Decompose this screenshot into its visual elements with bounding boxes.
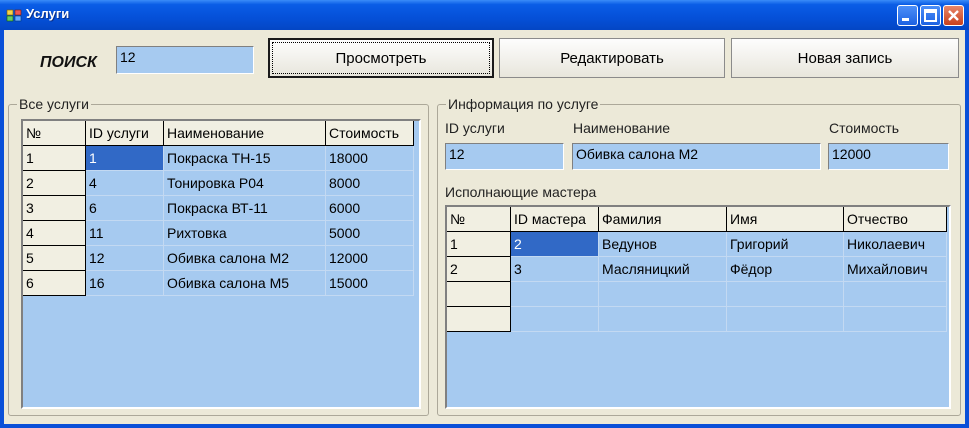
maximize-button[interactable] bbox=[920, 5, 941, 26]
title-bar[interactable]: Услуги bbox=[0, 0, 969, 30]
service-name-label: Наименование bbox=[573, 120, 671, 136]
table-cell[interactable] bbox=[727, 282, 844, 307]
services-group: Все услуги № ID услуги Наименование Стои… bbox=[8, 96, 429, 416]
col-header-master-id[interactable]: ID мастера bbox=[511, 207, 599, 232]
row-header[interactable]: 2 bbox=[23, 171, 86, 196]
table-row[interactable]: 1 2 Ведунов Григорий Николаевич bbox=[447, 232, 947, 257]
service-id-field[interactable]: 12 bbox=[445, 143, 564, 170]
masters-header-row: № ID мастера Фамилия Имя Отчество bbox=[447, 207, 947, 232]
table-cell[interactable]: 5000 bbox=[326, 221, 414, 246]
row-header[interactable]: 2 bbox=[447, 257, 511, 282]
table-row[interactable]: 5 12 Обивка салона М2 12000 bbox=[23, 246, 414, 271]
masters-label: Исполнающие мастера bbox=[445, 184, 597, 200]
table-cell[interactable]: 15000 bbox=[326, 271, 414, 296]
table-cell[interactable] bbox=[511, 282, 599, 307]
table-row[interactable]: 3 6 Покраска ВТ-11 6000 bbox=[23, 196, 414, 221]
row-header[interactable]: 5 bbox=[23, 246, 86, 271]
table-row[interactable] bbox=[447, 282, 947, 307]
table-cell[interactable] bbox=[844, 307, 947, 332]
table-cell[interactable]: 1 bbox=[86, 146, 164, 171]
row-header[interactable]: 3 bbox=[23, 196, 86, 221]
table-cell[interactable]: 11 bbox=[86, 221, 164, 246]
service-info-group-title: Информация по услуге bbox=[446, 96, 601, 112]
service-info-group: Информация по услуге ID услуги 12 Наимен… bbox=[437, 96, 961, 416]
row-header[interactable]: 1 bbox=[447, 232, 511, 257]
table-cell[interactable] bbox=[844, 282, 947, 307]
table-row[interactable]: 1 1 Покраска ТН-15 18000 bbox=[23, 146, 414, 171]
table-cell[interactable] bbox=[511, 307, 599, 332]
service-cost-label: Стоимость bbox=[829, 120, 900, 136]
table-cell[interactable]: Обивка салона М2 bbox=[164, 246, 326, 271]
services-group-title: Все услуги bbox=[17, 96, 91, 112]
search-label: ПОИСК bbox=[40, 54, 97, 71]
col-header-number[interactable]: № bbox=[447, 207, 511, 232]
col-header-service-id[interactable]: ID услуги bbox=[86, 121, 164, 146]
services-table[interactable]: № ID услуги Наименование Стоимость 1 1 П… bbox=[21, 119, 421, 409]
col-header-first-name[interactable]: Имя bbox=[727, 207, 844, 232]
services-header-row: № ID услуги Наименование Стоимость bbox=[23, 121, 414, 146]
table-cell[interactable]: Николаевич bbox=[844, 232, 947, 257]
table-cell[interactable]: 12 bbox=[86, 246, 164, 271]
view-button[interactable]: Просмотреть bbox=[268, 38, 494, 78]
col-header-patronymic[interactable]: Отчество bbox=[844, 207, 947, 232]
close-button[interactable] bbox=[943, 5, 964, 26]
table-cell[interactable]: Покраска ТН-15 bbox=[164, 146, 326, 171]
table-cell[interactable] bbox=[599, 307, 727, 332]
table-cell[interactable]: 2 bbox=[511, 232, 599, 257]
table-row[interactable]: 2 4 Тонировка Р04 8000 bbox=[23, 171, 414, 196]
minimize-button[interactable] bbox=[897, 5, 918, 26]
table-row[interactable] bbox=[447, 307, 947, 332]
edit-button[interactable]: Редактировать bbox=[499, 38, 725, 78]
minimize-icon bbox=[902, 18, 909, 21]
col-header-cost[interactable]: Стоимость bbox=[326, 121, 414, 146]
service-name-field[interactable]: Обивка салона М2 bbox=[572, 143, 821, 170]
service-cost-field[interactable]: 12000 bbox=[828, 143, 949, 170]
table-cell[interactable]: 18000 bbox=[326, 146, 414, 171]
table-cell[interactable]: Покраска ВТ-11 bbox=[164, 196, 326, 221]
row-header[interactable]: 6 bbox=[23, 271, 86, 296]
close-icon bbox=[948, 10, 959, 21]
table-cell[interactable]: 8000 bbox=[326, 171, 414, 196]
table-cell[interactable]: Масляницкий bbox=[599, 257, 727, 282]
table-cell[interactable]: Фёдор bbox=[727, 257, 844, 282]
masters-table[interactable]: № ID мастера Фамилия Имя Отчество 1 2 Ве… bbox=[445, 205, 951, 409]
row-header[interactable]: 4 bbox=[23, 221, 86, 246]
table-cell[interactable]: 16 bbox=[86, 271, 164, 296]
app-window: Услуги ПОИСК 12 Просмотреть Редактироват… bbox=[0, 0, 969, 428]
new-record-button[interactable]: Новая запись bbox=[731, 38, 959, 78]
table-cell[interactable]: Григорий bbox=[727, 232, 844, 257]
maximize-icon bbox=[924, 9, 937, 22]
table-cell[interactable]: 12000 bbox=[326, 246, 414, 271]
window-title: Услуги bbox=[26, 6, 70, 21]
row-header[interactable] bbox=[447, 307, 511, 332]
table-cell[interactable] bbox=[727, 307, 844, 332]
table-row[interactable]: 6 16 Обивка салона М5 15000 bbox=[23, 271, 414, 296]
row-header[interactable] bbox=[447, 282, 511, 307]
search-input[interactable]: 12 bbox=[116, 46, 254, 74]
table-cell[interactable]: 6 bbox=[86, 196, 164, 221]
service-id-label: ID услуги bbox=[445, 120, 505, 136]
col-header-name[interactable]: Наименование bbox=[164, 121, 326, 146]
table-cell[interactable]: Ведунов bbox=[599, 232, 727, 257]
table-cell[interactable]: Тонировка Р04 bbox=[164, 171, 326, 196]
col-header-surname[interactable]: Фамилия bbox=[599, 207, 727, 232]
table-cell[interactable]: 4 bbox=[86, 171, 164, 196]
app-icon bbox=[6, 9, 22, 22]
table-row[interactable]: 4 11 Рихтовка 5000 bbox=[23, 221, 414, 246]
table-cell[interactable]: Рихтовка bbox=[164, 221, 326, 246]
col-header-number[interactable]: № bbox=[23, 121, 86, 146]
table-row[interactable]: 2 3 Масляницкий Фёдор Михайлович bbox=[447, 257, 947, 282]
table-cell[interactable]: 3 bbox=[511, 257, 599, 282]
table-cell[interactable]: Обивка салона М5 bbox=[164, 271, 326, 296]
window-client: ПОИСК 12 Просмотреть Редактировать Новая… bbox=[4, 30, 965, 424]
table-cell[interactable]: 6000 bbox=[326, 196, 414, 221]
table-cell[interactable]: Михайлович bbox=[844, 257, 947, 282]
table-cell[interactable] bbox=[599, 282, 727, 307]
row-header[interactable]: 1 bbox=[23, 146, 86, 171]
